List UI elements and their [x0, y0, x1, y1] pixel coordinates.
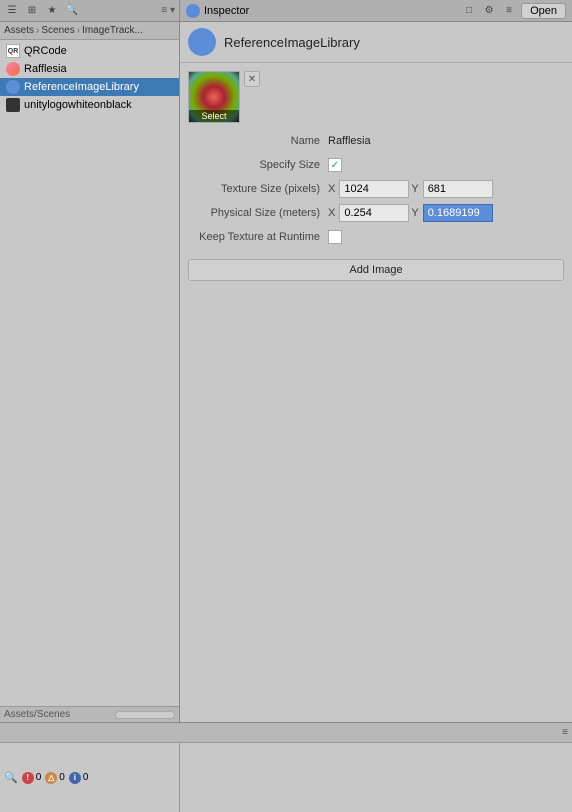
warning-count: 0 — [59, 772, 65, 783]
preview-image: Select — [188, 71, 240, 123]
physical-x-input[interactable] — [339, 204, 409, 222]
open-button[interactable]: Open — [521, 3, 566, 19]
keep-texture-label: Keep Texture at Runtime — [188, 231, 328, 243]
collapse-icon: ≡ — [562, 727, 568, 738]
right-toolbar-icons: □ ⚙ ≡ Open — [461, 3, 566, 19]
file-list: QR QRCode Rafflesia ReferenceImageLibrar… — [0, 40, 179, 706]
component-title: ReferenceImageLibrary — [224, 35, 360, 50]
add-image-button[interactable]: Add Image — [188, 259, 564, 281]
lock-icon[interactable]: □ — [461, 3, 477, 19]
assets-scenes-label: Assets/Scenes — [4, 709, 70, 720]
left-panel-indicator: ≡ ▾ — [161, 5, 175, 16]
left-add-btn[interactable]: ⊞ — [24, 3, 40, 19]
top-bar: ☰ ⊞ ★ 🔍 ≡ ▾ Inspector □ ⚙ ≡ Open — [0, 0, 572, 22]
physical-size-inputs: X Y — [328, 204, 493, 222]
warning-icon: △ — [45, 772, 57, 784]
flower-icon — [6, 62, 20, 76]
file-item-qrcode[interactable]: QR QRCode — [0, 42, 179, 60]
file-name-reference-library: ReferenceImageLibrary — [24, 81, 139, 93]
left-toolbar-icons: ☰ ⊞ ★ 🔍 — [4, 3, 80, 19]
inspector-tab-label: Inspector — [204, 5, 249, 17]
left-search-btn[interactable]: 🔍 — [64, 3, 80, 19]
file-item-reference-library[interactable]: ReferenceImageLibrary — [0, 78, 179, 96]
name-value: Rafflesia — [328, 135, 371, 147]
breadcrumb-assets[interactable]: Assets — [4, 25, 34, 36]
keep-texture-checkbox[interactable] — [328, 230, 342, 244]
error-icon: ! — [22, 772, 34, 784]
specify-size-label: Specify Size — [188, 159, 328, 171]
console-area: 🔍 ! 0 △ 0 i 0 — [0, 743, 572, 812]
main-layout: Assets › Scenes › ImageTrack... QR QRCod… — [0, 22, 572, 722]
inspector-component-header: ReferenceImageLibrary — [180, 22, 572, 63]
keep-texture-row: Keep Texture at Runtime — [188, 227, 564, 247]
error-count: 0 — [36, 772, 42, 783]
info-status[interactable]: i 0 — [69, 772, 89, 784]
physical-size-label: Physical Size (meters) — [188, 207, 328, 219]
physical-size-row: Physical Size (meters) X Y — [188, 203, 564, 223]
texture-size-row: Texture Size (pixels) X Y — [188, 179, 564, 199]
qr-icon: QR — [6, 44, 20, 58]
warning-status[interactable]: △ 0 — [45, 772, 65, 784]
inspector-tab: Inspector — [186, 4, 249, 18]
inspector-body: Select ✕ Name Rafflesia Specify Size Tex… — [180, 63, 572, 289]
file-item-rafflesia[interactable]: Rafflesia — [0, 60, 179, 78]
breadcrumb: Assets › Scenes › ImageTrack... — [0, 22, 179, 40]
left-star-btn[interactable]: ★ — [44, 3, 60, 19]
specify-size-checkbox[interactable] — [328, 158, 342, 172]
physical-y-label: Y — [411, 207, 418, 219]
image-preview-row: Select ✕ — [188, 71, 564, 123]
file-name-unity-logo: unitylogowhiteonblack — [24, 99, 132, 111]
gear-icon[interactable]: ⚙ — [481, 3, 497, 19]
left-menu-btn[interactable]: ☰ — [4, 3, 20, 19]
bottom-panel: ≡ 🔍 ! 0 △ 0 i 0 — [0, 722, 572, 812]
left-panel-header: ☰ ⊞ ★ 🔍 ≡ ▾ — [0, 0, 180, 21]
physical-y-input[interactable] — [423, 204, 493, 222]
texture-x-input[interactable] — [339, 180, 409, 198]
breadcrumb-scenes[interactable]: Scenes — [41, 25, 74, 36]
name-row: Name Rafflesia — [188, 131, 564, 151]
bottom-toolbar: ≡ — [0, 723, 572, 743]
right-panel-header: Inspector □ ⚙ ≡ Open — [180, 0, 572, 21]
console-status: 🔍 ! 0 △ 0 i 0 — [0, 743, 180, 812]
name-label: Name — [188, 135, 328, 147]
specify-size-row: Specify Size — [188, 155, 564, 175]
file-name-rafflesia: Rafflesia — [24, 63, 67, 75]
physical-x-label: X — [328, 207, 335, 219]
console-log — [180, 743, 572, 812]
error-status[interactable]: ! 0 — [22, 772, 42, 784]
right-panel: ReferenceImageLibrary Select ✕ Name Raff… — [180, 22, 572, 722]
texture-size-inputs: X Y — [328, 180, 493, 198]
texture-y-label: Y — [411, 183, 418, 195]
breadcrumb-imagetrack[interactable]: ImageTrack... — [82, 25, 143, 36]
info-icon: i — [69, 772, 81, 784]
search-console-btn[interactable]: 🔍 — [4, 771, 18, 784]
texture-size-label: Texture Size (pixels) — [188, 183, 328, 195]
lib-icon — [6, 80, 20, 94]
left-panel: Assets › Scenes › ImageTrack... QR QRCod… — [0, 22, 180, 722]
inspector-tab-icon — [186, 4, 200, 18]
menu-icon[interactable]: ≡ — [501, 3, 517, 19]
breadcrumb-sep-2: › — [77, 25, 80, 36]
left-bottom-bar: Assets/Scenes — [0, 706, 179, 722]
file-name-qrcode: QRCode — [24, 45, 67, 57]
texture-y-input[interactable] — [423, 180, 493, 198]
component-icon — [188, 28, 216, 56]
file-item-unity-logo[interactable]: unitylogowhiteonblack — [0, 96, 179, 114]
unity-icon — [6, 98, 20, 112]
texture-x-label: X — [328, 183, 335, 195]
remove-image-btn[interactable]: ✕ — [244, 71, 260, 87]
breadcrumb-sep-1: › — [36, 25, 39, 36]
info-count: 0 — [83, 772, 89, 783]
scrollbar[interactable] — [115, 711, 175, 719]
select-label: Select — [189, 110, 239, 122]
